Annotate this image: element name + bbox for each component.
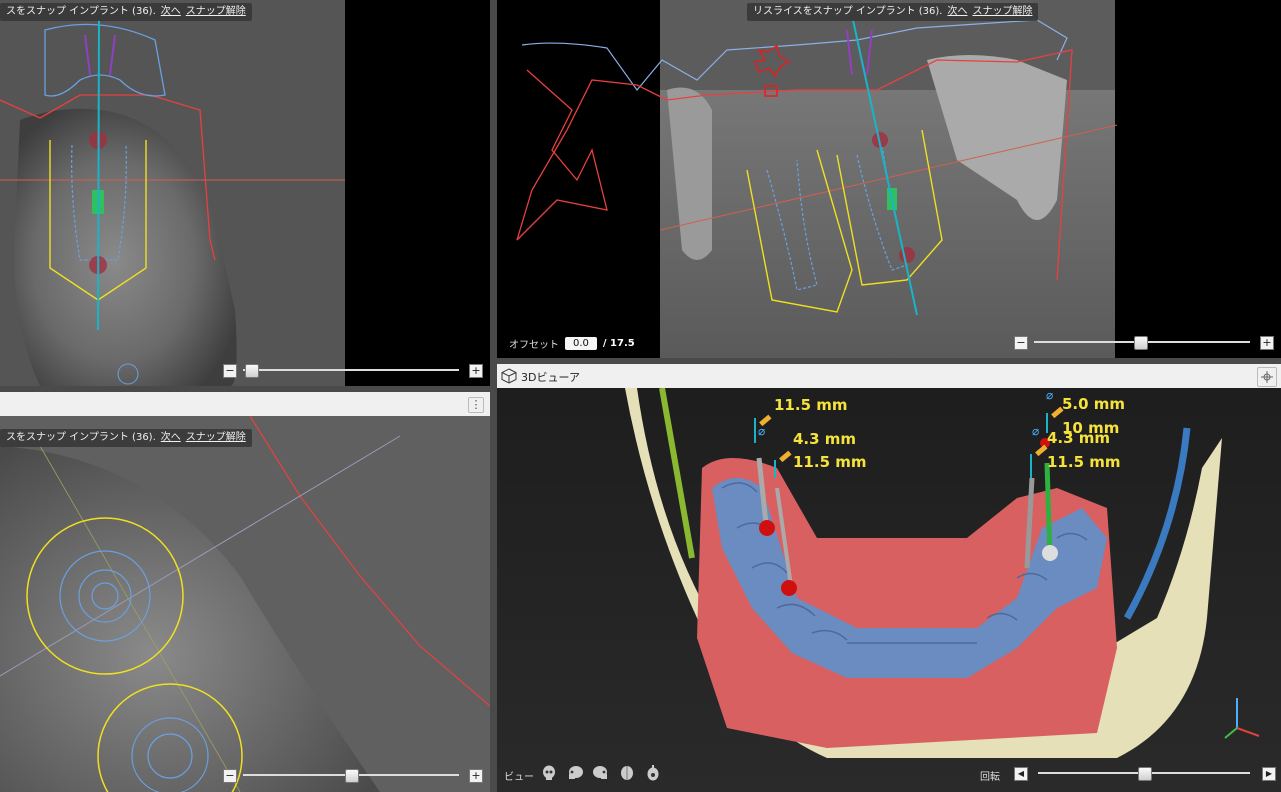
snap-banner: スをスナップ インプラント (36). 次へ スナップ解除 xyxy=(0,429,252,447)
offset-control: オフセット 0.0 / 17.5 xyxy=(509,336,635,351)
diameter-icon: ⌀ xyxy=(1046,388,1054,402)
slider-minus-button[interactable]: − xyxy=(223,364,237,378)
slider-track[interactable] xyxy=(243,369,459,371)
vertical-splitter[interactable] xyxy=(490,0,497,792)
skull-bottom-icon[interactable] xyxy=(644,764,662,782)
rotate-left-button[interactable]: ◀ xyxy=(1014,767,1028,781)
ct-view-top-right[interactable]: リスライスをスナップ インプラント (36). 次へ スナップ解除 オフセット 0.… xyxy=(497,0,1281,358)
slider-thumb[interactable] xyxy=(1134,336,1148,350)
implant-length-label: 11.5 mm xyxy=(1047,453,1121,471)
slider-plus-button[interactable]: + xyxy=(469,364,483,378)
rotate-slider[interactable]: ◀ ▶ xyxy=(1014,767,1276,781)
implant-length-label: 11.5 mm xyxy=(793,453,867,471)
skull-right-icon[interactable] xyxy=(592,764,610,782)
slice-slider[interactable]: − + xyxy=(1014,336,1274,350)
unsnap-link[interactable]: スナップ解除 xyxy=(186,6,246,17)
skull-left-icon[interactable] xyxy=(566,764,584,782)
ct-slice-cross-section xyxy=(0,0,490,386)
view-label: ビュー xyxy=(504,772,534,783)
snap-banner-text: リスライスをスナップ インプラント (36). xyxy=(753,6,943,17)
crosshair-icon xyxy=(1261,371,1273,383)
slider-thumb[interactable] xyxy=(245,364,259,378)
viewer-3d-title: 3Dビューア xyxy=(521,371,581,384)
slider-thumb[interactable] xyxy=(345,769,359,783)
diameter-icon: ⌀ xyxy=(1032,424,1040,438)
offset-input[interactable]: 0.0 xyxy=(565,337,597,350)
ct-slice-panoramic xyxy=(516,0,1118,358)
slider-minus-button[interactable]: − xyxy=(223,769,237,783)
snap-banner: スをスナップ インプラント (36). 次へ スナップ解除 xyxy=(0,3,252,21)
horizontal-splitter-left[interactable] xyxy=(0,386,490,392)
crosshair-button[interactable] xyxy=(1257,367,1277,387)
dental-3d-model[interactable] xyxy=(497,388,1281,788)
rotate-right-button[interactable]: ▶ xyxy=(1262,767,1276,781)
unsnap-link[interactable]: スナップ解除 xyxy=(972,6,1032,17)
offset-max: / 17.5 xyxy=(602,338,635,349)
viewer-3d-title-bar: 3Dビューア xyxy=(497,364,1281,388)
horizontal-splitter-right[interactable] xyxy=(497,358,1281,364)
viewer-3d[interactable]: 3Dビューア ⌀ ⌀ ⌀ 11.5 mm 4.3 mm 11.5 mm 5.0 … xyxy=(497,364,1281,792)
next-link[interactable]: 次へ xyxy=(161,6,181,17)
snap-banner-text: スをスナップ インプラント (36). xyxy=(6,432,156,443)
snap-banner-text: スをスナップ インプラント (36). xyxy=(6,6,156,17)
snap-banner: リスライスをスナップ インプラント (36). 次へ スナップ解除 xyxy=(747,3,1039,21)
skull-front-icon[interactable] xyxy=(540,764,558,782)
slice-slider[interactable]: − + xyxy=(223,364,483,378)
slider-plus-button[interactable]: + xyxy=(469,769,483,783)
panel-menu-button[interactable]: ⋮ xyxy=(468,397,484,413)
slider-minus-button[interactable]: − xyxy=(1014,336,1028,350)
skull-top-icon[interactable] xyxy=(618,764,636,782)
next-link[interactable]: 次へ xyxy=(947,6,967,17)
slice-slider[interactable]: − + xyxy=(223,769,483,783)
offset-label: オフセット xyxy=(509,340,559,351)
cube-icon xyxy=(501,368,517,384)
slider-plus-button[interactable]: + xyxy=(1260,336,1274,350)
diameter-icon: ⌀ xyxy=(758,424,766,438)
unsnap-link[interactable]: スナップ解除 xyxy=(186,432,246,443)
ct-view-top-left[interactable]: スをスナップ インプラント (36). 次へ スナップ解除 − + xyxy=(0,0,490,386)
implant-diameter-label: 4.3 mm xyxy=(1047,429,1111,447)
ct-slice-axial xyxy=(0,416,490,792)
implant-diameter-label: 5.0 mm xyxy=(1062,395,1126,413)
panel-title-bar: ⋮ xyxy=(0,392,490,416)
implant-diameter-label: 4.3 mm xyxy=(793,430,857,448)
ct-view-bottom-left[interactable]: ⋮ スをスナップ インプラント (36). 次へ スナップ解除 − + xyxy=(0,392,490,792)
next-link[interactable]: 次へ xyxy=(161,432,181,443)
view-presets xyxy=(540,764,662,782)
implant-length-label: 11.5 mm xyxy=(774,396,848,414)
rotate-label: 回転 xyxy=(980,772,1000,783)
slider-thumb[interactable] xyxy=(1138,767,1152,781)
